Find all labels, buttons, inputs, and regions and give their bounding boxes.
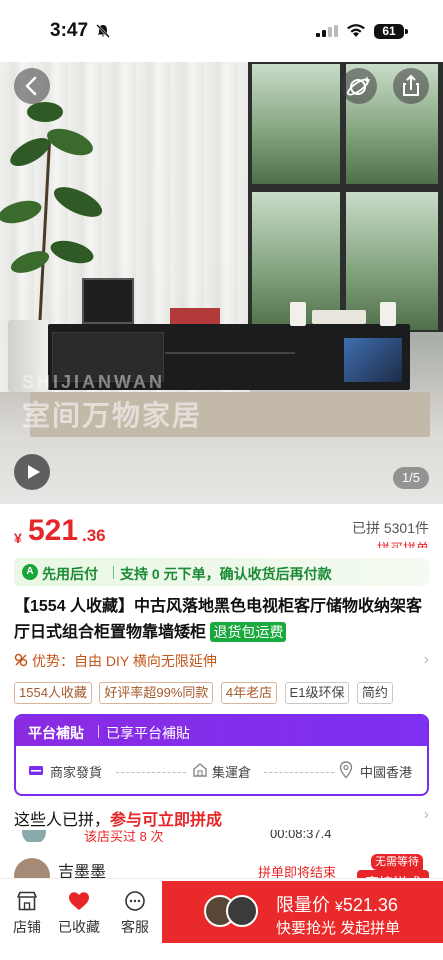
- price-row: ¥ 521 .36 已拼 5301件 拼买拼单: [0, 504, 443, 556]
- shop-button[interactable]: 店铺: [4, 887, 50, 943]
- battery-tip: [405, 29, 408, 34]
- photo-speaker: [290, 302, 306, 326]
- shipping-steps: 商家發貨 集運倉 中國香港: [16, 752, 427, 792]
- back-button[interactable]: [14, 68, 50, 104]
- step-connector: [116, 772, 186, 773]
- product-tags: 1554人收藏 好评率超99%同款 4年老店 E1级环保 简约: [14, 682, 443, 704]
- divider: [113, 566, 114, 579]
- chevron-right-icon[interactable]: ›: [424, 806, 429, 824]
- play-icon: [28, 465, 40, 479]
- status-bar: 3:47 61: [0, 0, 443, 62]
- limited-price-label: 限量价: [276, 895, 330, 915]
- photo-screen: [344, 338, 402, 382]
- service-label: 客服: [121, 919, 149, 935]
- status-time: 3:47: [50, 20, 89, 41]
- subsidy-title: 平台補貼: [28, 725, 84, 741]
- gallery-counter: 1/5: [393, 467, 429, 489]
- sparkle-orbit-icon: [347, 76, 371, 96]
- warehouse-icon: [193, 763, 207, 777]
- pay-later-banner[interactable]: A 先用后付 支持 0 元下单，确认收货后再付款: [14, 558, 429, 586]
- advantage-text: 优势：自由 DIY 横向无限延伸: [32, 653, 217, 669]
- chevron-left-icon: [25, 76, 37, 96]
- advantage-row[interactable]: 优势：自由 DIY 横向无限延伸 ›: [14, 650, 429, 672]
- sold-subtext: 拼买拼单: [377, 538, 429, 548]
- wifi-icon: [347, 24, 365, 37]
- subsidy-subtitle: 已享平台補貼: [106, 725, 190, 741]
- tag-style: 简约: [356, 682, 393, 704]
- limited-price-value: 521.36: [342, 895, 398, 915]
- photo-red-box: [170, 308, 220, 324]
- group-buy-title: 这些人已拼，参与可立即拼成: [14, 806, 222, 830]
- platform-subsidy-card[interactable]: 平台補貼 已享平台補貼 商家發貨 集運倉 中國香港: [14, 714, 429, 796]
- step-consolidation-warehouse: 集運倉: [212, 765, 252, 780]
- group-buy-title-highlight: 参与可立即拼成: [110, 812, 223, 829]
- price-integer: 521: [28, 514, 79, 547]
- heart-filled-icon: [69, 892, 89, 910]
- photo-speaker: [380, 302, 396, 326]
- limited-price-currency: ¥: [335, 898, 343, 914]
- group-buy-section: 这些人已拼，参与可立即拼成 › 该店买过 8 次 00:08:37.4 吉墨墨 …: [0, 806, 443, 898]
- group-buy-title-prefix: 这些人已拼，: [14, 812, 111, 829]
- limited-price: 限量价 ¥521.36: [276, 891, 398, 917]
- share-button[interactable]: [393, 68, 429, 104]
- group-buy-button[interactable]: 限量价 ¥521.36 快要抢光 发起拼单: [162, 881, 443, 943]
- product-title: 【1554 人收藏】中古风落地黑色电视柜客厅储物收纳架客厅日式组合柜置物靠墙矮柜…: [14, 594, 432, 646]
- battery-indicator: 61: [374, 24, 404, 39]
- pay-later-desc: 支持 0 元下单，确认收货后再付款: [120, 566, 332, 582]
- sold-count: 已拼 5301件: [351, 520, 429, 536]
- tag-favorites: 1554人收藏: [14, 682, 92, 704]
- pay-later-logo-icon: A: [22, 564, 38, 580]
- chat-bubble-icon: [125, 891, 145, 911]
- group-buy-note: 该店买过 8 次: [84, 830, 164, 842]
- store-icon: [17, 891, 37, 911]
- step-merchant-ship: 商家發貨: [50, 765, 103, 780]
- divider: [98, 725, 99, 738]
- bottom-action-bar: 店铺 已收藏 客服 限量价 ¥521.36 快要抢光 发起拼单: [0, 878, 443, 960]
- product-gallery[interactable]: SHIJIANWAN 室间万物家居 1/5: [0, 62, 443, 504]
- price-currency: ¥: [14, 530, 22, 546]
- avatar: [22, 830, 46, 842]
- group-buy-countdown: 00:08:37.4: [270, 830, 332, 841]
- tag-rating: 好评率超99%同款: [99, 682, 214, 704]
- chevron-right-icon: ›: [423, 651, 429, 668]
- start-group-text: 快要抢光 发起拼单: [276, 920, 401, 937]
- pay-later-label: 先用后付: [42, 566, 98, 582]
- link-icon: [14, 653, 28, 667]
- shop-label: 店铺: [13, 919, 41, 935]
- watermark-cn: 室间万物家居: [22, 400, 203, 431]
- customer-service-button[interactable]: 客服: [112, 887, 158, 943]
- signal-icon: [316, 25, 338, 37]
- watermark-en: SHIJIANWAN: [22, 372, 166, 392]
- step-destination: 中國香港: [360, 765, 413, 780]
- avatar: [226, 895, 258, 927]
- photo-cabinet-shelf: [165, 352, 295, 354]
- bell-muted-icon: [96, 24, 110, 38]
- photo-turntable: [312, 310, 366, 324]
- group-buy-row[interactable]: 吉墨墨 拼单即将结束 直接拼成 无需等待: [14, 854, 429, 898]
- photo-plant: [0, 102, 103, 321]
- favorite-button[interactable]: 已收藏: [56, 887, 102, 943]
- play-video-button[interactable]: [14, 454, 50, 490]
- subsidy-header: 平台補貼 已享平台補貼: [16, 716, 427, 746]
- free-return-badge: 退货包运费: [210, 622, 287, 642]
- ai-assistant-button[interactable]: [341, 68, 377, 104]
- no-wait-badge: 无需等待: [371, 854, 423, 870]
- step-connector: [264, 772, 334, 773]
- share-icon: [403, 74, 419, 96]
- tag-store-age: 4年老店: [220, 682, 278, 704]
- truck-icon: [29, 766, 43, 775]
- favorite-label: 已收藏: [58, 919, 100, 935]
- buyer-avatars: [204, 895, 264, 929]
- tag-eco: E1级环保: [284, 682, 350, 704]
- location-pin-icon: [339, 761, 353, 779]
- group-buy-row[interactable]: 该店买过 8 次 00:08:37.4: [14, 830, 429, 842]
- price-decimal: .36: [82, 526, 106, 545]
